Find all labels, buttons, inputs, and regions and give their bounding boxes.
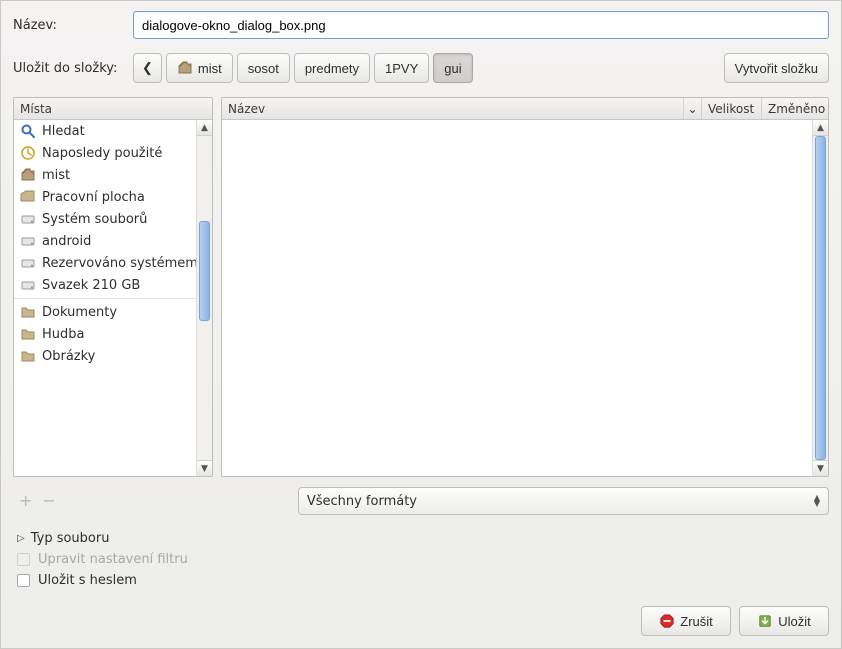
file-type-label: Typ souboru [31,531,110,546]
place-label: android [42,234,91,249]
cancel-button[interactable]: Zrušit [641,606,731,636]
separator [14,298,196,299]
sort-indicator-icon[interactable]: ⌄ [684,98,702,119]
drive-icon [20,255,36,271]
breadcrumb-label: mist [198,61,222,76]
filter-option: Upravit nastavení filtru [17,552,829,567]
home-icon [177,60,193,76]
place-label: Hledat [42,124,85,139]
place-item[interactable]: mist [14,164,196,186]
column-size[interactable]: Velikost [702,98,762,119]
remove-bookmark-icon: − [42,493,55,509]
folder-icon [20,304,36,320]
breadcrumb-gui[interactable]: gui [433,53,472,83]
scroll-down-icon[interactable]: ▼ [813,460,828,476]
scroll-up-icon[interactable]: ▲ [197,120,212,136]
options-area: ▷ Typ souboru Upravit nastavení filtru U… [13,531,829,588]
add-bookmark-icon: + [19,493,32,509]
breadcrumb-label: 1PVY [385,61,418,76]
places-header: Místa [14,98,212,120]
dropdown-spinner-icon: ▲▼ [814,495,820,507]
desktop-icon [20,189,36,205]
stop-icon [659,613,675,629]
bottom-toolbar: + − Všechny formáty ▲▼ [13,487,829,515]
filename-input[interactable] [133,11,829,39]
place-label: Pracovní plocha [42,190,145,205]
search-icon [20,123,36,139]
scroll-down-icon[interactable]: ▼ [197,460,212,476]
column-modified[interactable]: Změněno [762,98,828,119]
create-folder-button[interactable]: Vytvořit složku [724,53,829,83]
places-header-label: Místa [14,98,212,119]
files-scrollbar[interactable]: ▲ ▼ [812,120,828,476]
drive-icon [20,211,36,227]
save-label: Uložit [778,614,811,629]
breadcrumbs: ❮ mist sosot predmety 1PVY gui [133,53,473,83]
place-item[interactable]: Obrázky [14,345,196,367]
name-row: Název: [13,11,829,39]
home-icon [20,167,36,183]
place-item[interactable]: android [14,230,196,252]
action-buttons: Zrušit Uložit [13,606,829,636]
filter-checkbox [17,553,30,566]
name-label: Název: [13,18,123,33]
breadcrumb-label: gui [444,61,461,76]
breadcrumb-label: predmety [305,61,359,76]
files-header: Název ⌄ Velikost Změněno [222,98,828,120]
place-item[interactable]: Dokumenty [14,301,196,323]
files-list[interactable] [222,120,812,476]
recent-icon [20,145,36,161]
triangle-right-icon: ▷ [17,533,25,544]
place-label: Obrázky [42,349,95,364]
scroll-up-icon[interactable]: ▲ [813,120,828,136]
place-label: Dokumenty [42,305,117,320]
place-item[interactable]: Rezervováno systémem [14,252,196,274]
place-item[interactable]: Naposledy použité [14,142,196,164]
scroll-thumb[interactable] [815,136,826,460]
scroll-thumb[interactable] [199,221,210,321]
places-scrollbar[interactable]: ▲ ▼ [196,120,212,476]
cancel-label: Zrušit [680,614,713,629]
password-label: Uložit s heslem [38,573,137,588]
bookmark-controls: + − [13,493,56,509]
place-label: Rezervováno systémem [42,256,196,271]
breadcrumb-predmety[interactable]: predmety [294,53,370,83]
place-item[interactable]: Systém souborů [14,208,196,230]
format-select[interactable]: Všechny formáty ▲▼ [298,487,829,515]
column-name[interactable]: Název [222,98,684,119]
place-item[interactable]: Hudba [14,323,196,345]
folder-icon [20,348,36,364]
place-label: mist [42,168,70,183]
file-type-expander[interactable]: ▷ Typ souboru [17,531,829,546]
place-label: Naposledy použité [42,146,162,161]
save-button[interactable]: Uložit [739,606,829,636]
place-item[interactable]: Hledat [14,120,196,142]
file-browser: Místa Hledat Naposledy použité mist Pracovn… [13,97,829,477]
place-label: Systém souborů [42,212,147,227]
save-dialog: Název: Uložit do složky: ❮ mist sosot predm… [0,0,842,649]
format-select-label: Všechny formáty [307,494,417,509]
save-in-label: Uložit do složky: [13,61,123,76]
save-icon [757,613,773,629]
places-list[interactable]: Hledat Naposledy použité mist Pracovní ploc… [14,120,196,476]
place-item[interactable]: Pracovní plocha [14,186,196,208]
breadcrumb-sosot[interactable]: sosot [237,53,290,83]
place-item[interactable]: Svazek 210 GB [14,274,196,296]
places-panel: Místa Hledat Naposledy použité mist Pracovn… [13,97,213,477]
breadcrumb-label: sosot [248,61,279,76]
password-checkbox[interactable] [17,574,30,587]
drive-icon [20,233,36,249]
breadcrumb-1PVY[interactable]: 1PVY [374,53,429,83]
filter-label: Upravit nastavení filtru [38,552,188,567]
place-label: Svazek 210 GB [42,278,140,293]
folder-row: Uložit do složky: ❮ mist sosot predmety 1PVY… [13,53,829,83]
breadcrumb-back-button[interactable]: ❮ [133,53,162,83]
folder-icon [20,326,36,342]
drive-icon [20,277,36,293]
password-option[interactable]: Uložit s heslem [17,573,829,588]
place-label: Hudba [42,327,85,342]
files-panel: Název ⌄ Velikost Změněno ▲ ▼ [221,97,829,477]
breadcrumb-mist[interactable]: mist [166,53,233,83]
